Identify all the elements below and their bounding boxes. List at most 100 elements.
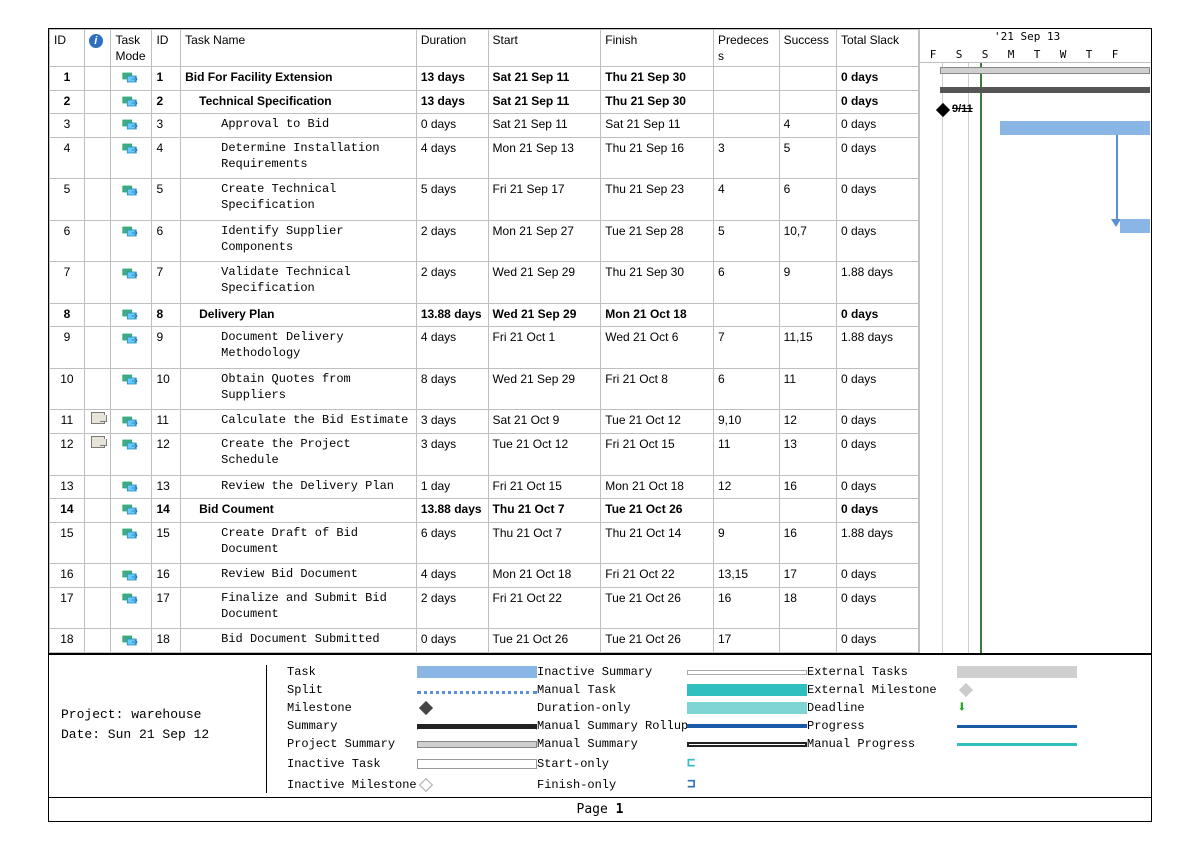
cell-slack[interactable]: 1.88 days [836, 262, 918, 304]
task-row[interactable]: 77Validate Technical Specification2 days… [50, 262, 919, 304]
cell-task-name[interactable]: Obtain Quotes from Suppliers [181, 368, 417, 410]
cell-slack[interactable]: 0 days [836, 114, 918, 138]
cell-succ[interactable] [779, 499, 836, 523]
cell-finish[interactable]: Thu 21 Sep 23 [601, 179, 714, 221]
cell-finish[interactable]: Tue 21 Oct 26 [601, 629, 714, 653]
task-row[interactable]: 11Bid For Facility Extension13 daysSat 2… [50, 67, 919, 91]
cell-pred[interactable] [713, 303, 779, 327]
task-row[interactable]: 1212Create the Project Schedule3 daysTue… [50, 434, 919, 476]
cell-succ[interactable]: 4 [779, 114, 836, 138]
cell-task-name[interactable]: Bid Coument [181, 499, 417, 523]
cell-slack[interactable]: 0 days [836, 179, 918, 221]
cell-duration[interactable]: 13.88 days [416, 499, 488, 523]
cell-start[interactable]: Mon 21 Oct 18 [488, 564, 601, 588]
cell-succ[interactable]: 16 [779, 475, 836, 499]
cell-succ[interactable]: 9 [779, 262, 836, 304]
cell-finish[interactable]: Thu 21 Sep 30 [601, 67, 714, 91]
cell-start[interactable]: Thu 21 Oct 7 [488, 522, 601, 564]
cell-duration[interactable]: 13.88 days [416, 303, 488, 327]
cell-slack[interactable]: 0 days [836, 475, 918, 499]
cell-duration[interactable]: 4 days [416, 564, 488, 588]
cell-finish[interactable]: Mon 21 Oct 18 [601, 475, 714, 499]
cell-finish[interactable]: Sat 21 Sep 11 [601, 114, 714, 138]
cell-task-name[interactable]: Document Delivery Methodology [181, 327, 417, 369]
cell-duration[interactable]: 8 days [416, 368, 488, 410]
cell-pred[interactable]: 3 [713, 137, 779, 179]
task-row[interactable]: 55Create Technical Specification5 daysFr… [50, 179, 919, 221]
task-row[interactable]: 99Document Delivery Methodology4 daysFri… [50, 327, 919, 369]
cell-succ[interactable]: 18 [779, 587, 836, 629]
cell-slack[interactable]: 1.88 days [836, 522, 918, 564]
cell-slack[interactable]: 0 days [836, 368, 918, 410]
cell-finish[interactable]: Tue 21 Oct 26 [601, 587, 714, 629]
cell-start[interactable]: Fri 21 Oct 22 [488, 587, 601, 629]
task-row[interactable]: 66Identify Supplier Components2 daysMon … [50, 220, 919, 262]
cell-finish[interactable]: Thu 21 Sep 30 [601, 262, 714, 304]
cell-finish[interactable]: Tue 21 Oct 26 [601, 499, 714, 523]
cell-start[interactable]: Wed 21 Sep 29 [488, 368, 601, 410]
cell-duration[interactable]: 5 days [416, 179, 488, 221]
task-table[interactable]: ID i Task Mode ID Task Name Duration Sta… [49, 29, 919, 653]
cell-task-name[interactable]: Delivery Plan [181, 303, 417, 327]
cell-duration[interactable]: 6 days [416, 522, 488, 564]
cell-pred[interactable]: 16 [713, 587, 779, 629]
cell-succ[interactable]: 10,7 [779, 220, 836, 262]
cell-succ[interactable]: 6 [779, 179, 836, 221]
cell-succ[interactable]: 11,15 [779, 327, 836, 369]
cell-task-name[interactable]: Create Technical Specification [181, 179, 417, 221]
cell-start[interactable]: Wed 21 Sep 29 [488, 262, 601, 304]
cell-start[interactable]: Sat 21 Sep 11 [488, 114, 601, 138]
col-id2[interactable]: ID [152, 30, 181, 67]
cell-duration[interactable]: 1 day [416, 475, 488, 499]
cell-task-name[interactable]: Review Bid Document [181, 564, 417, 588]
cell-finish[interactable]: Tue 21 Sep 28 [601, 220, 714, 262]
cell-finish[interactable]: Fri 21 Oct 22 [601, 564, 714, 588]
cell-finish[interactable]: Fri 21 Oct 15 [601, 434, 714, 476]
cell-start[interactable]: Fri 21 Oct 15 [488, 475, 601, 499]
cell-duration[interactable]: 4 days [416, 137, 488, 179]
cell-finish[interactable]: Tue 21 Oct 12 [601, 410, 714, 434]
cell-duration[interactable]: 0 days [416, 114, 488, 138]
cell-succ[interactable] [779, 629, 836, 653]
col-name[interactable]: Task Name [181, 30, 417, 67]
cell-start[interactable]: Wed 21 Sep 29 [488, 303, 601, 327]
cell-start[interactable]: Sat 21 Sep 11 [488, 90, 601, 114]
task-row[interactable]: 1313Review the Delivery Plan1 dayFri 21 … [50, 475, 919, 499]
cell-pred[interactable]: 4 [713, 179, 779, 221]
cell-succ[interactable]: 12 [779, 410, 836, 434]
cell-succ[interactable]: 5 [779, 137, 836, 179]
cell-finish[interactable]: Wed 21 Oct 6 [601, 327, 714, 369]
cell-succ[interactable] [779, 90, 836, 114]
cell-pred[interactable]: 6 [713, 368, 779, 410]
cell-slack[interactable]: 0 days [836, 434, 918, 476]
cell-task-name[interactable]: Create the Project Schedule [181, 434, 417, 476]
cell-slack[interactable]: 0 days [836, 629, 918, 653]
cell-slack[interactable]: 0 days [836, 564, 918, 588]
cell-succ[interactable]: 11 [779, 368, 836, 410]
task-row[interactable]: 88Delivery Plan13.88 daysWed 21 Sep 29Mo… [50, 303, 919, 327]
col-succ[interactable]: Success [779, 30, 836, 67]
task-row[interactable]: 1818Bid Document Submitted0 daysTue 21 O… [50, 629, 919, 653]
cell-finish[interactable]: Thu 21 Sep 30 [601, 90, 714, 114]
col-finish[interactable]: Finish [601, 30, 714, 67]
task-row[interactable]: 1515Create Draft of Bid Document6 daysTh… [50, 522, 919, 564]
col-slack[interactable]: Total Slack [836, 30, 918, 67]
cell-pred[interactable] [713, 114, 779, 138]
cell-pred[interactable]: 6 [713, 262, 779, 304]
cell-start[interactable]: Mon 21 Sep 13 [488, 137, 601, 179]
cell-pred[interactable]: 9,10 [713, 410, 779, 434]
milestone-approval[interactable] [936, 103, 950, 117]
col-mode[interactable]: Task Mode [111, 30, 152, 67]
cell-task-name[interactable]: Create Draft of Bid Document [181, 522, 417, 564]
cell-duration[interactable]: 4 days [416, 327, 488, 369]
col-start[interactable]: Start [488, 30, 601, 67]
cell-slack[interactable]: 0 days [836, 90, 918, 114]
cell-finish[interactable]: Thu 21 Sep 16 [601, 137, 714, 179]
cell-start[interactable]: Tue 21 Oct 12 [488, 434, 601, 476]
cell-start[interactable]: Tue 21 Oct 26 [488, 629, 601, 653]
cell-start[interactable]: Fri 21 Oct 1 [488, 327, 601, 369]
cell-task-name[interactable]: Identify Supplier Components [181, 220, 417, 262]
cell-task-name[interactable]: Bid Document Submitted [181, 629, 417, 653]
cell-start[interactable]: Thu 21 Oct 7 [488, 499, 601, 523]
cell-pred[interactable]: 7 [713, 327, 779, 369]
